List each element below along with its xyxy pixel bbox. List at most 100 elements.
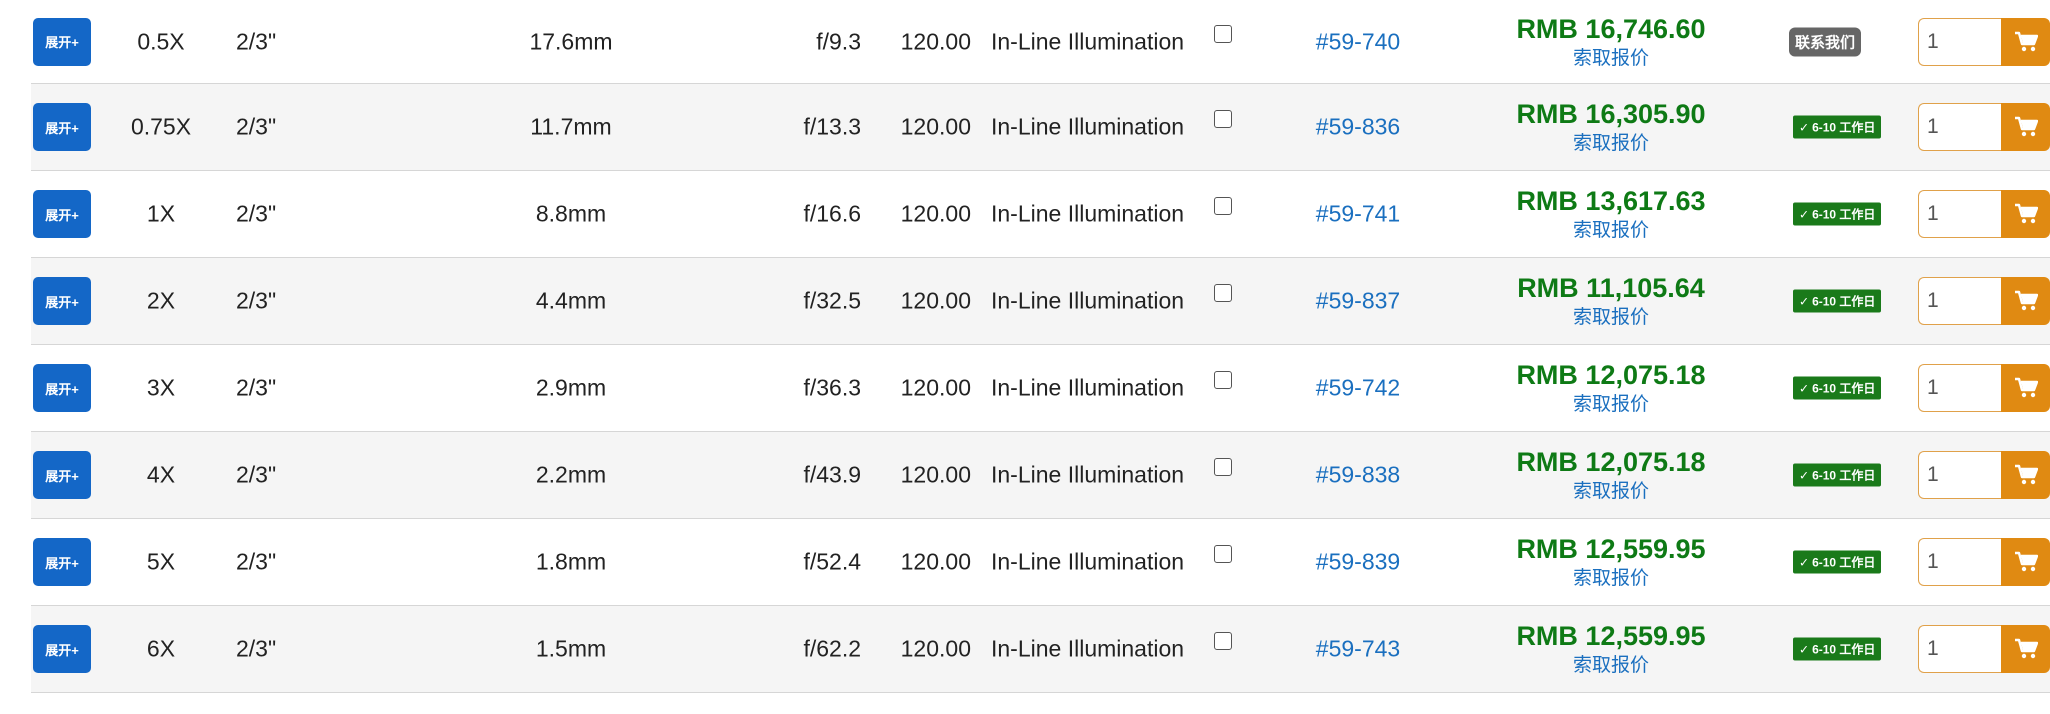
working-distance-cell: 120.00 xyxy=(900,374,971,401)
shipping-time-label: 6-10 工作日 xyxy=(1812,642,1876,657)
add-to-cart-button[interactable] xyxy=(2001,103,2050,151)
compare-checkbox[interactable] xyxy=(1214,632,1232,650)
expand-button[interactable]: 展开+ xyxy=(33,190,91,238)
expand-button[interactable]: 展开+ xyxy=(33,17,91,66)
check-icon: ✓ xyxy=(1799,120,1810,134)
working-distance-cell: 120.00 xyxy=(900,548,971,575)
add-to-cart-group xyxy=(1918,17,2050,66)
quantity-input[interactable] xyxy=(1918,364,2001,412)
f-number-cell: f/16.6 xyxy=(803,200,861,227)
check-icon: ✓ xyxy=(1799,381,1810,395)
quantity-input[interactable] xyxy=(1918,17,2001,66)
compare-checkbox[interactable] xyxy=(1214,197,1232,215)
working-distance-cell: 120.00 xyxy=(900,28,971,54)
table-row: 展开+ 1X 2/3" 8.8mm f/16.6 120.00 In-Line … xyxy=(31,171,2050,258)
shipping-time-badge: ✓ 6-10 工作日 xyxy=(1793,202,1882,226)
field-of-view-cell: 4.4mm xyxy=(535,287,607,314)
table-row: 展开+ 3X 2/3" 2.9mm f/36.3 120.00 In-Line … xyxy=(31,345,2050,432)
compare-checkbox[interactable] xyxy=(1214,458,1232,476)
field-of-view-cell: 1.8mm xyxy=(535,548,607,575)
sensor-format-cell: 2/3" xyxy=(236,200,277,227)
f-number-cell: f/62.2 xyxy=(803,635,861,662)
expand-button[interactable]: 展开+ xyxy=(33,277,91,325)
working-distance-cell: 120.00 xyxy=(900,113,971,140)
compare-checkbox[interactable] xyxy=(1214,284,1232,302)
add-to-cart-group xyxy=(1918,538,2050,586)
compare-checkbox[interactable] xyxy=(1214,110,1232,128)
contact-us-badge[interactable]: 联系我们 xyxy=(1789,27,1862,56)
expand-button[interactable]: 展开+ xyxy=(33,538,91,586)
add-to-cart-button[interactable] xyxy=(2001,451,2050,499)
shipping-time-badge: ✓ 6-10 工作日 xyxy=(1793,115,1882,139)
cart-icon xyxy=(2014,377,2038,399)
shipping-time-label: 6-10 工作日 xyxy=(1812,381,1876,396)
add-to-cart-group xyxy=(1918,625,2050,673)
add-to-cart-button[interactable] xyxy=(2001,538,2050,586)
request-quote-link[interactable]: 索取报价 xyxy=(1573,393,1649,417)
sensor-format-cell: 2/3" xyxy=(236,113,277,140)
shipping-time-badge: ✓ 6-10 工作日 xyxy=(1793,550,1882,574)
quantity-input[interactable] xyxy=(1918,451,2001,499)
check-icon: ✓ xyxy=(1799,468,1810,482)
price-block: RMB 12,559.95 索取报价 xyxy=(1471,620,1751,678)
add-to-cart-group xyxy=(1918,277,2050,325)
f-number-cell: f/43.9 xyxy=(803,461,861,488)
table-row: 展开+ 0.5X 2/3" 17.6mm f/9.3 120.00 In-Lin… xyxy=(31,0,2050,84)
stock-number-link[interactable]: #59-741 xyxy=(1278,201,1438,228)
add-to-cart-button[interactable] xyxy=(2001,17,2050,66)
expand-button[interactable]: 展开+ xyxy=(33,103,91,151)
sensor-format-cell: 2/3" xyxy=(236,635,277,662)
quantity-input[interactable] xyxy=(1918,190,2001,238)
f-number-cell: f/52.4 xyxy=(803,548,861,575)
quantity-input[interactable] xyxy=(1918,277,2001,325)
expand-button[interactable]: 展开+ xyxy=(33,625,91,673)
magnification-cell: 6X xyxy=(146,635,176,662)
field-of-view-cell: 17.6mm xyxy=(529,28,613,54)
request-quote-link[interactable]: 索取报价 xyxy=(1573,219,1649,243)
sensor-format-cell: 2/3" xyxy=(236,28,277,54)
add-to-cart-button[interactable] xyxy=(2001,364,2050,412)
request-quote-link[interactable]: 索取报价 xyxy=(1573,47,1649,71)
expand-button[interactable]: 展开+ xyxy=(33,451,91,499)
compare-checkbox[interactable] xyxy=(1214,545,1232,563)
compare-checkbox[interactable] xyxy=(1214,24,1232,43)
request-quote-link[interactable]: 索取报价 xyxy=(1573,306,1649,330)
shipping-time-badge: ✓ 6-10 工作日 xyxy=(1793,637,1882,661)
request-quote-link[interactable]: 索取报价 xyxy=(1573,480,1649,504)
working-distance-cell: 120.00 xyxy=(900,287,971,314)
price: RMB 16,305.90 xyxy=(1516,99,1706,129)
add-to-cart-button[interactable] xyxy=(2001,190,2050,238)
expand-button[interactable]: 展开+ xyxy=(33,364,91,412)
quantity-input[interactable] xyxy=(1918,625,2001,673)
table-row: 展开+ 5X 2/3" 1.8mm f/52.4 120.00 In-Line … xyxy=(31,519,2050,606)
stock-number-link[interactable]: #59-838 xyxy=(1278,462,1438,489)
stock-number-link[interactable]: #59-836 xyxy=(1278,114,1438,141)
price: RMB 11,105.64 xyxy=(1517,273,1705,303)
illumination-cell: In-Line Illumination xyxy=(991,374,1185,401)
add-to-cart-button[interactable] xyxy=(2001,277,2050,325)
cart-icon xyxy=(2014,290,2038,312)
magnification-cell: 3X xyxy=(146,374,176,401)
shipping-time-label: 6-10 工作日 xyxy=(1812,555,1876,570)
shipping-time-badge: ✓ 6-10 工作日 xyxy=(1793,463,1882,487)
add-to-cart-button[interactable] xyxy=(2001,625,2050,673)
price: RMB 16,746.60 xyxy=(1516,13,1706,44)
quantity-input[interactable] xyxy=(1918,103,2001,151)
illumination-cell: In-Line Illumination xyxy=(991,28,1185,54)
request-quote-link[interactable]: 索取报价 xyxy=(1573,567,1649,591)
stock-number-link[interactable]: #59-740 xyxy=(1278,28,1438,55)
add-to-cart-group xyxy=(1918,451,2050,499)
request-quote-link[interactable]: 索取报价 xyxy=(1573,132,1649,156)
stock-number-link[interactable]: #59-839 xyxy=(1278,549,1438,576)
stock-number-link[interactable]: #59-743 xyxy=(1278,636,1438,663)
f-number-cell: f/36.3 xyxy=(803,374,861,401)
quantity-input[interactable] xyxy=(1918,538,2001,586)
request-quote-link[interactable]: 索取报价 xyxy=(1573,654,1649,678)
price-block: RMB 13,617.63 索取报价 xyxy=(1471,185,1751,243)
stock-number-link[interactable]: #59-742 xyxy=(1278,375,1438,402)
add-to-cart-group xyxy=(1918,103,2050,151)
illumination-cell: In-Line Illumination xyxy=(991,635,1185,662)
compare-checkbox[interactable] xyxy=(1214,371,1232,389)
shipping-time-label: 6-10 工作日 xyxy=(1812,120,1876,135)
stock-number-link[interactable]: #59-837 xyxy=(1278,288,1438,315)
